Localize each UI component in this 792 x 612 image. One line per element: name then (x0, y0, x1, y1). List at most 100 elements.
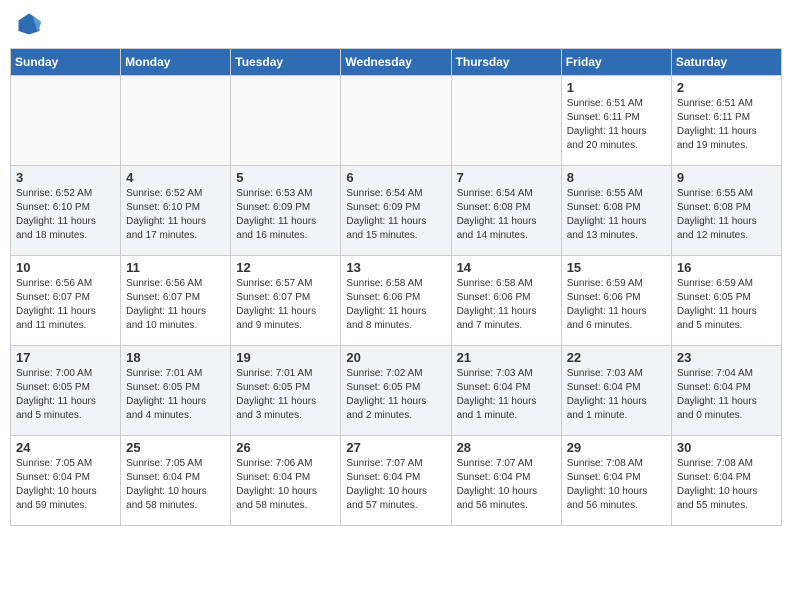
calendar-cell: 13 Sunrise: 6:58 AM Sunset: 6:06 PM Dayli… (341, 256, 451, 346)
calendar-cell: 15 Sunrise: 6:59 AM Sunset: 6:06 PM Dayli… (561, 256, 671, 346)
day-info: Sunrise: 7:08 AM Sunset: 6:04 PM Dayligh… (677, 457, 776, 513)
calendar-cell: 7Sunrise: 6:54 AM Sunset: 6:08 PM Daylig… (451, 166, 561, 256)
calendar-cell (451, 76, 561, 166)
calendar-cell: 20 Sunrise: 7:02 AM Sunset: 6:05 PM Dayli… (341, 346, 451, 436)
day-info: Sunrise: 6:59 AM Sunset: 6:05 PM Dayligh… (677, 277, 776, 333)
calendar-cell: 25Sunrise: 7:05 AM Sunset: 6:04 PM Dayli… (121, 436, 231, 526)
calendar-cell: 22 Sunrise: 7:03 AM Sunset: 6:04 PM Dayli… (561, 346, 671, 436)
day-number: 17 (16, 350, 115, 365)
day-number: 19 (236, 350, 335, 365)
day-number: 26 (236, 440, 335, 455)
day-number: 1 (567, 80, 666, 95)
calendar-header-friday: Friday (561, 49, 671, 76)
calendar-table: SundayMondayTuesdayWednesdayThursdayFrid… (10, 48, 782, 526)
calendar-header-wednesday: Wednesday (341, 49, 451, 76)
day-info: Sunrise: 7:05 AM Sunset: 6:04 PM Dayligh… (16, 457, 115, 513)
day-number: 16 (677, 260, 776, 275)
day-number: 6 (346, 170, 445, 185)
day-number: 18 (126, 350, 225, 365)
day-info: Sunrise: 6:51 AM Sunset: 6:11 PM Dayligh… (567, 97, 666, 153)
day-number: 12 (236, 260, 335, 275)
day-number: 4 (126, 170, 225, 185)
day-info: Sunrise: 6:56 AM Sunset: 6:07 PM Dayligh… (16, 277, 115, 333)
calendar-cell: 8Sunrise: 6:55 AM Sunset: 6:08 PM Daylig… (561, 166, 671, 256)
calendar-cell: 14Sunrise: 6:58 AM Sunset: 6:06 PM Dayli… (451, 256, 561, 346)
day-number: 3 (16, 170, 115, 185)
day-number: 5 (236, 170, 335, 185)
day-number: 8 (567, 170, 666, 185)
day-number: 13 (346, 260, 445, 275)
day-info: Sunrise: 6:55 AM Sunset: 6:08 PM Dayligh… (677, 187, 776, 243)
day-info: Sunrise: 7:01 AM Sunset: 6:05 PM Dayligh… (126, 367, 225, 423)
calendar-header-monday: Monday (121, 49, 231, 76)
day-info: Sunrise: 7:03 AM Sunset: 6:04 PM Dayligh… (457, 367, 556, 423)
calendar-header-sunday: Sunday (11, 49, 121, 76)
day-info: Sunrise: 7:01 AM Sunset: 6:05 PM Dayligh… (236, 367, 335, 423)
calendar-cell: 11 Sunrise: 6:56 AM Sunset: 6:07 PM Dayli… (121, 256, 231, 346)
day-number: 29 (567, 440, 666, 455)
calendar-header-row: SundayMondayTuesdayWednesdayThursdayFrid… (11, 49, 782, 76)
day-number: 10 (16, 260, 115, 275)
day-info: Sunrise: 7:03 AM Sunset: 6:04 PM Dayligh… (567, 367, 666, 423)
day-info: Sunrise: 6:58 AM Sunset: 6:06 PM Dayligh… (346, 277, 445, 333)
day-info: Sunrise: 7:00 AM Sunset: 6:05 PM Dayligh… (16, 367, 115, 423)
day-number: 2 (677, 80, 776, 95)
day-info: Sunrise: 7:05 AM Sunset: 6:04 PM Dayligh… (126, 457, 225, 513)
day-info: Sunrise: 7:02 AM Sunset: 6:05 PM Dayligh… (346, 367, 445, 423)
calendar-cell: 4 Sunrise: 6:52 AM Sunset: 6:10 PM Daylig… (121, 166, 231, 256)
day-number: 28 (457, 440, 556, 455)
calendar-cell: 24 Sunrise: 7:05 AM Sunset: 6:04 PM Dayli… (11, 436, 121, 526)
day-number: 24 (16, 440, 115, 455)
logo-icon (15, 10, 43, 38)
day-info: Sunrise: 7:08 AM Sunset: 6:04 PM Dayligh… (567, 457, 666, 513)
day-info: Sunrise: 7:04 AM Sunset: 6:04 PM Dayligh… (677, 367, 776, 423)
day-info: Sunrise: 6:59 AM Sunset: 6:06 PM Dayligh… (567, 277, 666, 333)
day-info: Sunrise: 6:56 AM Sunset: 6:07 PM Dayligh… (126, 277, 225, 333)
calendar-week-row: 1 Sunrise: 6:51 AM Sunset: 6:11 PM Daylig… (11, 76, 782, 166)
calendar-cell: 2 Sunrise: 6:51 AM Sunset: 6:11 PM Daylig… (671, 76, 781, 166)
day-info: Sunrise: 7:07 AM Sunset: 6:04 PM Dayligh… (346, 457, 445, 513)
calendar-cell (231, 76, 341, 166)
calendar-cell: 23Sunrise: 7:04 AM Sunset: 6:04 PM Dayli… (671, 346, 781, 436)
page-header (10, 10, 782, 38)
calendar-header-tuesday: Tuesday (231, 49, 341, 76)
calendar-cell: 1 Sunrise: 6:51 AM Sunset: 6:11 PM Daylig… (561, 76, 671, 166)
day-number: 27 (346, 440, 445, 455)
calendar-cell: 10 Sunrise: 6:56 AM Sunset: 6:07 PM Dayli… (11, 256, 121, 346)
day-info: Sunrise: 6:54 AM Sunset: 6:09 PM Dayligh… (346, 187, 445, 243)
day-number: 22 (567, 350, 666, 365)
calendar-week-row: 24 Sunrise: 7:05 AM Sunset: 6:04 PM Dayli… (11, 436, 782, 526)
day-number: 21 (457, 350, 556, 365)
calendar-cell: 5Sunrise: 6:53 AM Sunset: 6:09 PM Daylig… (231, 166, 341, 256)
day-number: 7 (457, 170, 556, 185)
day-number: 15 (567, 260, 666, 275)
calendar-cell: 18 Sunrise: 7:01 AM Sunset: 6:05 PM Dayli… (121, 346, 231, 436)
calendar-cell: 17 Sunrise: 7:00 AM Sunset: 6:05 PM Dayli… (11, 346, 121, 436)
day-info: Sunrise: 6:52 AM Sunset: 6:10 PM Dayligh… (126, 187, 225, 243)
calendar-cell: 19 Sunrise: 7:01 AM Sunset: 6:05 PM Dayli… (231, 346, 341, 436)
calendar-cell: 30 Sunrise: 7:08 AM Sunset: 6:04 PM Dayli… (671, 436, 781, 526)
day-info: Sunrise: 6:57 AM Sunset: 6:07 PM Dayligh… (236, 277, 335, 333)
day-info: Sunrise: 7:07 AM Sunset: 6:04 PM Dayligh… (457, 457, 556, 513)
calendar-week-row: 10 Sunrise: 6:56 AM Sunset: 6:07 PM Dayli… (11, 256, 782, 346)
calendar-week-row: 17 Sunrise: 7:00 AM Sunset: 6:05 PM Dayli… (11, 346, 782, 436)
calendar-cell (341, 76, 451, 166)
calendar-cell: 6 Sunrise: 6:54 AM Sunset: 6:09 PM Daylig… (341, 166, 451, 256)
calendar-cell: 3 Sunrise: 6:52 AM Sunset: 6:10 PM Daylig… (11, 166, 121, 256)
day-number: 11 (126, 260, 225, 275)
calendar-cell (11, 76, 121, 166)
calendar-cell: 12 Sunrise: 6:57 AM Sunset: 6:07 PM Dayli… (231, 256, 341, 346)
calendar-header-saturday: Saturday (671, 49, 781, 76)
day-number: 20 (346, 350, 445, 365)
day-info: Sunrise: 6:58 AM Sunset: 6:06 PM Dayligh… (457, 277, 556, 333)
calendar-header-thursday: Thursday (451, 49, 561, 76)
day-info: Sunrise: 7:06 AM Sunset: 6:04 PM Dayligh… (236, 457, 335, 513)
calendar-cell: 21 Sunrise: 7:03 AM Sunset: 6:04 PM Dayli… (451, 346, 561, 436)
calendar-cell: 26 Sunrise: 7:06 AM Sunset: 6:04 PM Dayli… (231, 436, 341, 526)
day-info: Sunrise: 6:51 AM Sunset: 6:11 PM Dayligh… (677, 97, 776, 153)
calendar-cell: 9Sunrise: 6:55 AM Sunset: 6:08 PM Daylig… (671, 166, 781, 256)
day-info: Sunrise: 6:52 AM Sunset: 6:10 PM Dayligh… (16, 187, 115, 243)
calendar-cell: 29 Sunrise: 7:08 AM Sunset: 6:04 PM Dayli… (561, 436, 671, 526)
logo (15, 10, 47, 38)
day-number: 30 (677, 440, 776, 455)
